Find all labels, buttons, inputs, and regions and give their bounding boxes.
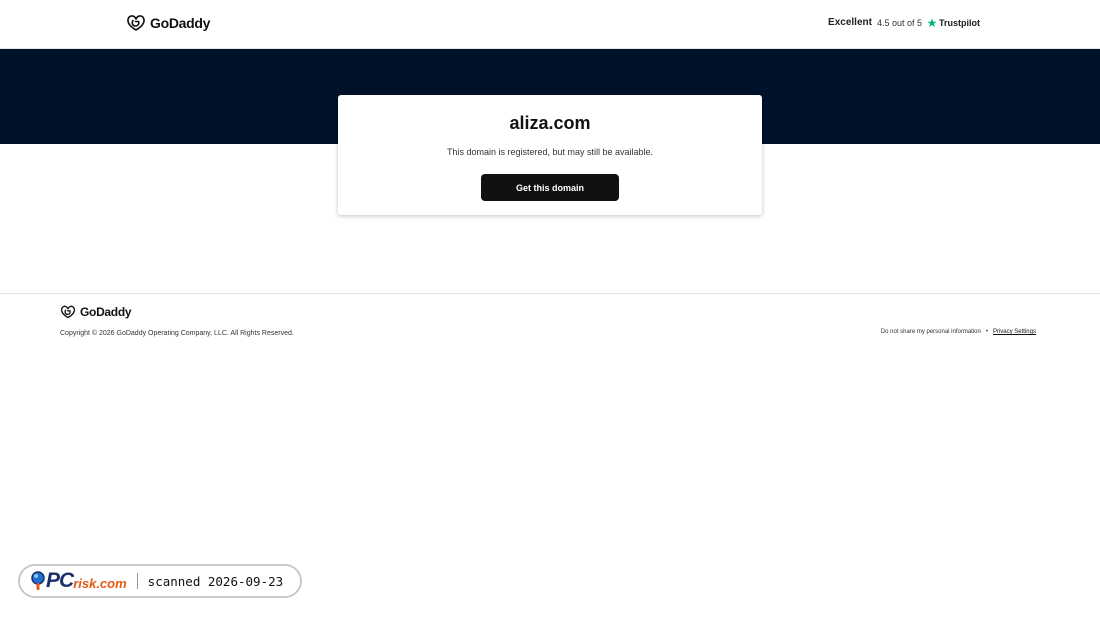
- godaddy-logo-icon: [127, 15, 145, 31]
- header-logo[interactable]: GoDaddy: [126, 14, 210, 32]
- rating-label: Excellent: [828, 17, 872, 28]
- get-domain-button[interactable]: Get this domain: [481, 174, 619, 201]
- footer-logo-wordmark: GoDaddy: [80, 305, 132, 319]
- privacy-settings-link[interactable]: Privacy Settings: [993, 329, 1036, 335]
- copyright-text: Copyright © 2026 GoDaddy Operating Compa…: [60, 330, 294, 337]
- domain-card: aliza.com This domain is registered, but…: [338, 95, 762, 215]
- scanned-date: scanned 2026-09-23: [147, 573, 284, 589]
- trustpilot-rating[interactable]: Excellent 4.5 out of 5 Trustpilot: [828, 17, 980, 28]
- footer-link-separator: •: [985, 329, 988, 335]
- trustpilot-brand: Trustpilot: [927, 18, 980, 28]
- do-not-share-link[interactable]: Do not share my personal information: [881, 329, 981, 335]
- trustpilot-label: Trustpilot: [939, 17, 980, 28]
- pcrisk-brand-risk: risk.com: [73, 576, 127, 591]
- rating-score: 4.5 out of 5: [876, 17, 922, 28]
- pcrisk-watermark: PC risk.com scanned 2026-09-23: [18, 564, 302, 598]
- site-header: GoDaddy Excellent 4.5 out of 5 Trustpilo…: [0, 0, 1100, 49]
- pcrisk-logo: PC risk.com: [30, 569, 127, 593]
- pcrisk-brand-pc: PC: [46, 569, 74, 592]
- trustpilot-star-icon: [927, 18, 937, 27]
- logo-wordmark: GoDaddy: [150, 15, 211, 31]
- footer-divider: [0, 293, 1100, 294]
- pcrisk-magnifier-icon: [31, 571, 45, 590]
- watermark-separator: [136, 573, 138, 589]
- godaddy-logo-icon: [60, 305, 76, 319]
- footer-links: Do not share my personal information • P…: [881, 329, 1036, 335]
- domain-status-text: This domain is registered, but may still…: [446, 147, 654, 157]
- footer-logo[interactable]: GoDaddy: [60, 305, 132, 319]
- domain-name: aliza.com: [509, 113, 591, 133]
